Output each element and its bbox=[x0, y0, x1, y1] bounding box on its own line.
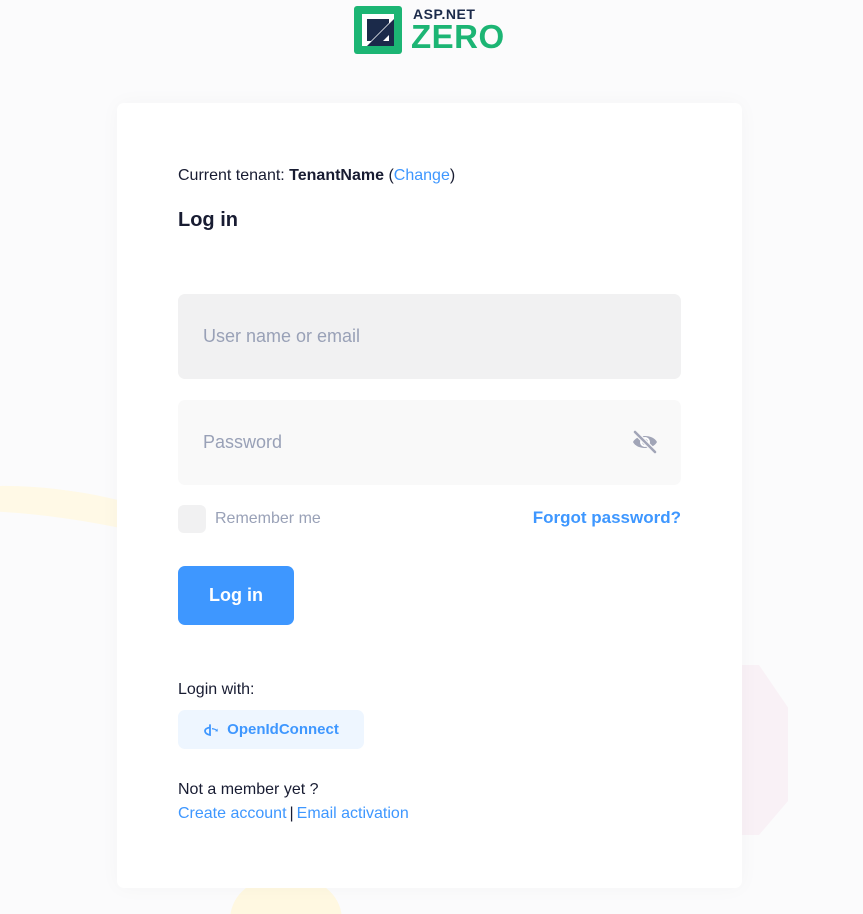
app-logo: ASP.NET ZERO bbox=[353, 5, 505, 55]
login-card: Current tenant: TenantName (Change) Log … bbox=[117, 103, 742, 888]
password-field-wrapper bbox=[178, 400, 681, 485]
openidconnect-label: OpenIdConnect bbox=[227, 721, 339, 738]
remember-me-label: Remember me bbox=[215, 510, 321, 527]
change-tenant-link[interactable]: Change bbox=[394, 167, 450, 184]
external-login-heading: Login with: bbox=[178, 681, 255, 698]
openid-icon bbox=[204, 723, 218, 736]
create-account-link[interactable]: Create account bbox=[178, 805, 287, 822]
username-input[interactable] bbox=[178, 294, 681, 379]
email-activation-link[interactable]: Email activation bbox=[297, 805, 409, 822]
openidconnect-login-button[interactable]: OpenIdConnect bbox=[178, 710, 364, 749]
forgot-password-link[interactable]: Forgot password? bbox=[533, 508, 681, 528]
current-tenant: Current tenant: TenantName (Change) bbox=[178, 167, 455, 185]
tenant-open-paren: ( bbox=[384, 167, 394, 184]
logo-bottom-text: ZERO bbox=[411, 18, 505, 55]
tenant-close-paren: ) bbox=[449, 167, 456, 184]
password-input[interactable] bbox=[178, 400, 681, 485]
remember-me-checkbox[interactable] bbox=[178, 505, 206, 533]
tenant-name: TenantName bbox=[289, 167, 385, 184]
remember-me[interactable]: Remember me bbox=[178, 505, 321, 533]
tenant-prefix: Current tenant: bbox=[178, 167, 290, 184]
login-button[interactable]: Log in bbox=[178, 566, 294, 625]
account-links: Create account | Email activation bbox=[178, 805, 409, 823]
signup-prompt: Not a member yet ? bbox=[178, 781, 319, 798]
aspnet-zero-logo-icon bbox=[354, 6, 402, 54]
link-separator: | bbox=[289, 805, 294, 822]
page-title: Log in bbox=[178, 209, 238, 231]
eye-slash-icon[interactable] bbox=[631, 429, 659, 455]
